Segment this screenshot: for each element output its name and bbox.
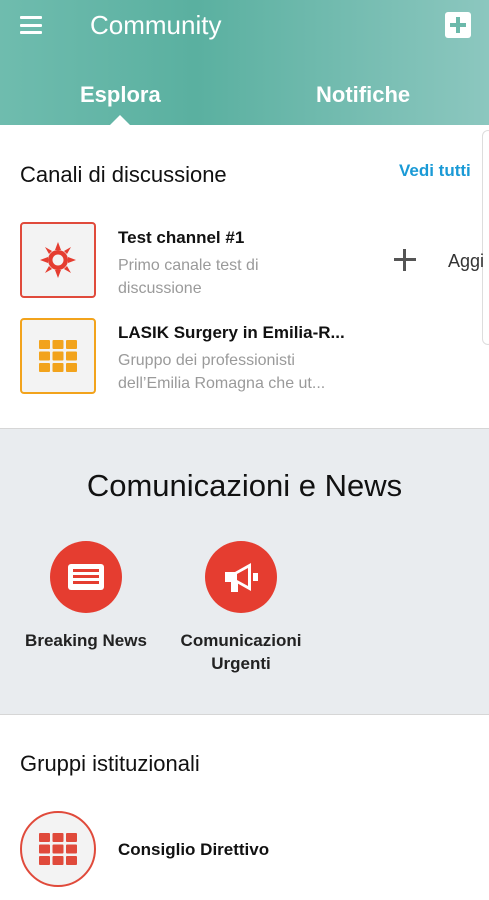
channel-title[interactable]: LASIK Surgery in Emilia-R... [118,323,345,343]
grid-icon [39,340,77,372]
active-tab-indicator [110,115,130,125]
megaphone-icon [225,563,258,592]
group-icon-consiglio[interactable] [20,811,96,887]
channel-description-line: discussione [118,280,202,297]
news-label-line: Comunicazioni [180,631,302,650]
channel-description-line: Primo canale test di [118,257,259,274]
add-channel-label[interactable]: Aggi [448,251,484,272]
plus-icon[interactable] [392,247,418,273]
channel-title[interactable]: Test channel #1 [118,228,244,248]
channel-icon-test[interactable] [20,222,96,298]
sun-icon [40,242,76,278]
page-title: Community [90,10,222,40]
channel-description: Gruppo dei professionisti dell’Emilia Ro… [118,349,368,395]
menu-icon[interactable] [18,14,44,36]
canali-section-title: Canali di discussione [20,162,227,187]
app-header: Community Esplora Notifiche [0,0,489,125]
breaking-news-button[interactable] [50,541,122,613]
tab-notifiche[interactable]: Notifiche [316,82,410,108]
channel-icon-lasik[interactable] [20,318,96,394]
news-label-line: Breaking News [25,631,147,650]
channel-description: Primo canale test di discussione [118,254,368,300]
news-label-line: Urgenti [211,654,271,673]
see-all-link[interactable]: Vedi tutti [399,161,471,181]
gruppi-section-title: Gruppi istituzionali [20,751,200,776]
add-icon[interactable] [445,12,471,38]
urgent-communications-label[interactable]: Comunicazioni Urgenti [166,629,316,675]
grid-icon [39,833,77,865]
channel-description-line: dell’Emilia Romagna che ut... [118,375,326,392]
group-name[interactable]: Consiglio Direttivo [118,840,269,860]
adjacent-card-edge[interactable] [482,130,489,345]
channel-description-line: Gruppo dei professionisti [118,352,295,369]
tab-esplora[interactable]: Esplora [80,82,161,108]
news-section-title: Comunicazioni e News [86,468,403,503]
breaking-news-label[interactable]: Breaking News [16,629,156,652]
urgent-communications-button[interactable] [205,541,277,613]
newspaper-icon [68,564,104,590]
